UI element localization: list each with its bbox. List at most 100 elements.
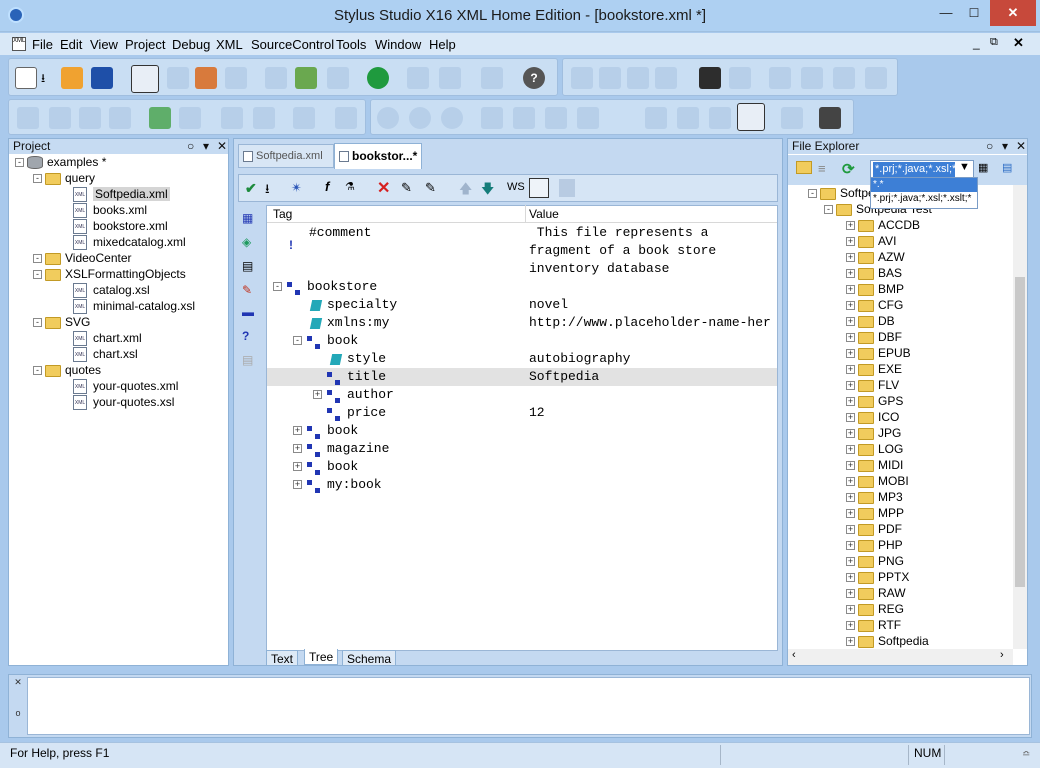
grid-view-icon[interactable]: [559, 179, 575, 197]
undo-icon[interactable]: [407, 67, 429, 89]
edit-icon[interactable]: [781, 107, 803, 129]
side-comment-icon[interactable]: ✎: [242, 283, 252, 297]
minimize-button[interactable]: —: [932, 0, 960, 26]
copy-icon[interactable]: [295, 67, 317, 89]
variables-icon[interactable]: [677, 107, 699, 129]
redo-icon[interactable]: [439, 67, 461, 89]
tree-icon[interactable]: ⚗: [345, 180, 355, 193]
menu-sourcecontrol[interactable]: SourceControl: [251, 37, 334, 52]
step-out-icon[interactable]: [577, 107, 599, 129]
fe-folder[interactable]: + LOG: [846, 441, 903, 457]
rename-value-icon[interactable]: ✎: [425, 180, 436, 196]
refresh-icon[interactable]: ⟳: [842, 160, 855, 178]
comment-icon[interactable]: [769, 67, 791, 89]
save-window-icon[interactable]: [195, 67, 217, 89]
side-cdata-icon[interactable]: ▤: [242, 353, 253, 367]
pin-icon[interactable]: ○: [187, 139, 194, 153]
mdi-close-button[interactable]: ✕: [1013, 35, 1024, 51]
panel-menu-icon[interactable]: ▾: [203, 139, 209, 153]
collapse-icon[interactable]: -: [33, 174, 42, 184]
scroll-right-icon[interactable]: ›: [1000, 649, 1004, 661]
fe-folder[interactable]: + DB: [846, 313, 895, 329]
menu-help[interactable]: Help: [429, 37, 456, 52]
xpath-icon[interactable]: [253, 107, 275, 129]
tree-row[interactable]: + author: [267, 386, 777, 404]
delete-icon[interactable]: ✕: [377, 178, 390, 198]
expand-icon[interactable]: +: [846, 413, 855, 423]
panel-close-icon[interactable]: ✕: [217, 139, 227, 153]
column-tag[interactable]: Tag: [273, 207, 292, 221]
window-icon[interactable]: [131, 65, 159, 93]
fe-folder[interactable]: + RAW: [846, 585, 906, 601]
check-dtd-icon[interactable]: [109, 107, 131, 129]
fe-horizontal-scrollbar[interactable]: ‹ ›: [788, 649, 1013, 665]
chevron-down-icon[interactable]: ▼: [959, 161, 970, 173]
fe-folder[interactable]: + PNG: [846, 553, 904, 569]
fe-folder[interactable]: + AVI: [846, 233, 896, 249]
expand-icon[interactable]: +: [293, 462, 302, 471]
fe-folder[interactable]: + MOBI: [846, 473, 909, 489]
expand-icon[interactable]: +: [846, 493, 855, 503]
expand-icon[interactable]: +: [846, 381, 855, 391]
check-doc-icon[interactable]: [49, 107, 71, 129]
expand-icon[interactable]: +: [846, 509, 855, 519]
document-icon[interactable]: XML: [12, 37, 26, 51]
project-folder[interactable]: - SVG: [33, 314, 90, 330]
expand-icon[interactable]: +: [846, 477, 855, 487]
expand-icon[interactable]: +: [846, 621, 855, 631]
expand-icon[interactable]: +: [846, 317, 855, 327]
fe-folder[interactable]: + AZW: [846, 249, 905, 265]
panel-close-icon[interactable]: ✕: [1016, 139, 1026, 153]
collapse-icon[interactable]: -: [33, 254, 42, 264]
collapse-icon[interactable]: -: [33, 270, 42, 280]
project-file[interactable]: XML chart.xsl: [73, 346, 138, 363]
list-icon[interactable]: ≡: [818, 161, 826, 176]
pin-icon[interactable]: ○: [986, 139, 993, 153]
tab-tree[interactable]: Tree: [304, 649, 339, 665]
fe-folder[interactable]: + DBF: [846, 329, 902, 345]
tree-row[interactable]: - book: [267, 332, 777, 350]
play-icon[interactable]: [377, 107, 399, 129]
tab-bookstore[interactable]: bookstor...*: [334, 143, 422, 169]
tree-row[interactable]: fragment of a book store: [267, 242, 777, 260]
fe-folder[interactable]: + PPTX: [846, 569, 909, 585]
fe-folder[interactable]: + JPG: [846, 425, 901, 441]
side-text-icon[interactable]: ▤: [242, 259, 253, 273]
tree-row[interactable]: price 12: [267, 404, 777, 422]
indent-icon[interactable]: [801, 67, 823, 89]
tree-row[interactable]: style autobiography: [267, 350, 777, 368]
download-arrow-icon[interactable]: ⭳: [41, 69, 45, 90]
menu-file[interactable]: File: [32, 37, 53, 52]
expand-icon[interactable]: +: [846, 557, 855, 567]
project-file[interactable]: XML books.xml: [73, 202, 147, 219]
collapse-icon[interactable]: -: [293, 336, 302, 345]
fe-root-folder[interactable]: - Softpe: [808, 185, 875, 201]
new-folder-icon[interactable]: [796, 161, 812, 174]
collapse-icon[interactable]: -: [273, 282, 282, 291]
project-file[interactable]: XML Softpedia.xml: [73, 186, 170, 203]
fe-folder[interactable]: + CFG: [846, 297, 903, 313]
resize-grip-icon[interactable]: ≏: [1022, 749, 1030, 760]
remove-check-icon[interactable]: [179, 107, 201, 129]
print-icon[interactable]: [481, 67, 503, 89]
stop-icon[interactable]: [441, 107, 463, 129]
mdi-minimize-button[interactable]: _: [973, 36, 980, 50]
expand-icon[interactable]: +: [846, 397, 855, 407]
menu-window[interactable]: Window: [375, 37, 421, 52]
collapse-icon[interactable]: -: [15, 158, 24, 168]
output-text-area[interactable]: [27, 677, 1030, 735]
fe-folder[interactable]: + MP3: [846, 489, 903, 505]
format-text-icon[interactable]: [529, 178, 549, 198]
expand-icon[interactable]: +: [846, 349, 855, 359]
column-divider[interactable]: [525, 205, 526, 223]
expand-icon[interactable]: +: [846, 429, 855, 439]
check-schema-icon[interactable]: [79, 107, 101, 129]
filter-option-default[interactable]: *.prj;*.java;*.xsl;*.xslt;*: [871, 192, 977, 206]
add-element-icon[interactable]: ✔: [245, 180, 257, 197]
step-into-icon[interactable]: [513, 107, 535, 129]
well-formed-icon[interactable]: [221, 107, 243, 129]
project-folder[interactable]: - VideoCenter: [33, 250, 132, 266]
menu-xml[interactable]: XML: [216, 37, 243, 52]
flag-icon[interactable]: [571, 67, 593, 89]
bookmark-prev-icon[interactable]: [627, 67, 649, 89]
